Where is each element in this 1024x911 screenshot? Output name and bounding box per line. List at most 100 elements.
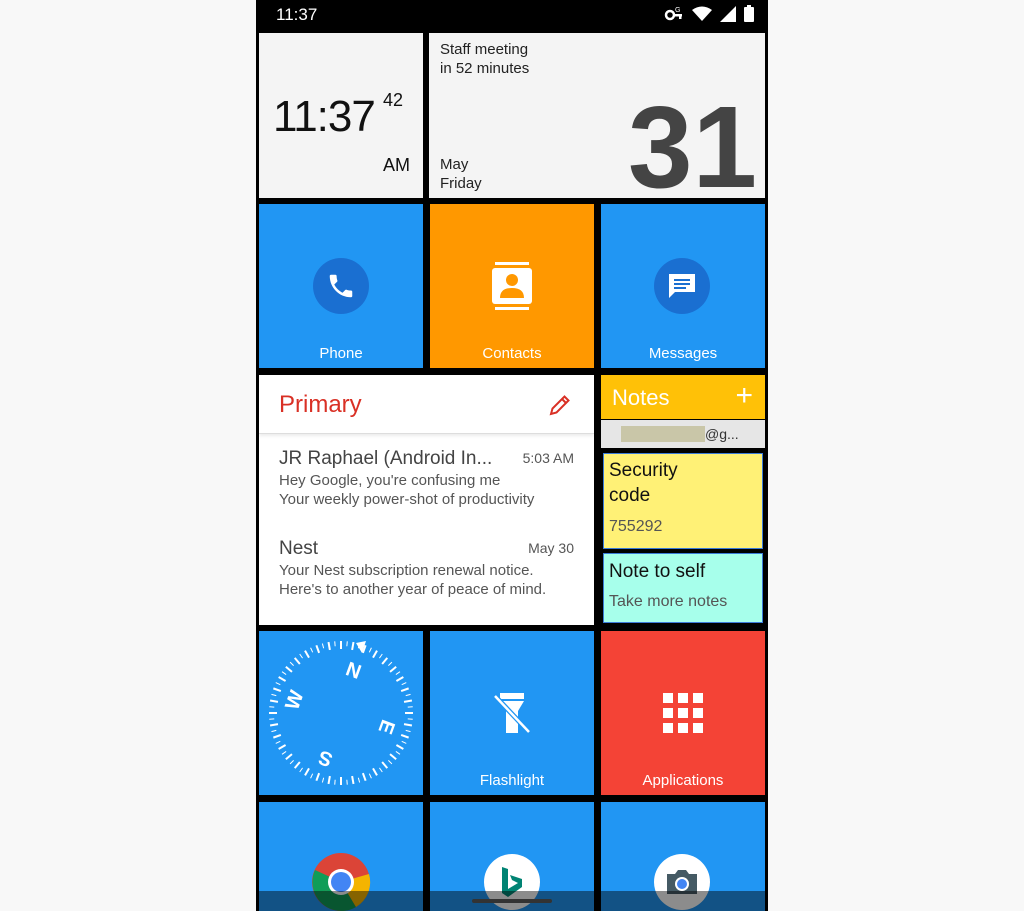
compass-ticks <box>269 641 413 785</box>
email-time: 5:03 AM <box>522 450 574 466</box>
battery-icon <box>744 5 754 22</box>
compass-tick <box>304 650 310 659</box>
compass-tick <box>395 671 401 675</box>
home-gesture-pill[interactable] <box>472 899 552 903</box>
compass-tick <box>403 723 413 727</box>
email-snippet: Your weekly power-shot of productivity <box>279 491 535 508</box>
compass-tick <box>299 653 303 659</box>
email-item[interactable]: JR Raphael (Android In... 5:03 AM Hey Go… <box>279 448 574 508</box>
messages-icon <box>669 274 695 298</box>
account-suffix: @g... <box>705 426 739 442</box>
compass-tick <box>368 773 372 779</box>
note-body: Take more notes <box>609 593 728 610</box>
compass-tick <box>379 767 383 773</box>
compass-tick <box>271 693 277 697</box>
compass-tick <box>289 760 294 765</box>
wifi-icon <box>692 6 712 21</box>
phone-tile[interactable]: Phone <box>259 204 423 368</box>
compass-tick <box>357 777 361 783</box>
calendar-weekday: Friday <box>440 175 482 192</box>
note-card[interactable]: Security code 755292 <box>603 453 763 549</box>
compass-tick <box>310 647 314 653</box>
note-title: Note to self <box>609 561 706 582</box>
calendar-event-line2: in 52 minutes <box>440 60 530 77</box>
navigation-bar <box>256 891 768 911</box>
svg-text:G: G <box>675 7 680 14</box>
messages-icon-circle <box>654 258 710 314</box>
compass-tick <box>405 729 411 733</box>
clock-time: 11:37 <box>273 92 376 141</box>
compass-tick <box>321 777 325 783</box>
compass-tick <box>395 676 404 682</box>
phone-label: Phone <box>319 345 363 362</box>
contacts-tile[interactable]: Contacts <box>430 204 594 368</box>
email-time: May 30 <box>528 540 574 556</box>
compass-tick <box>271 729 277 733</box>
compass-tick <box>293 657 301 665</box>
compass-tick <box>381 657 389 665</box>
compass-tick <box>372 767 378 776</box>
clock-widget[interactable]: 11:37 42 AM <box>259 33 423 198</box>
gmail-widget[interactable]: Primary JR Raphael (Android In... 5:03 A… <box>259 375 594 625</box>
edit-icon[interactable] <box>548 393 572 417</box>
compass-tile[interactable]: N E S W <box>259 631 423 795</box>
compass-tick <box>321 643 325 649</box>
notes-title: Notes <box>612 385 670 410</box>
gmail-header-label: Primary <box>279 391 362 418</box>
gmail-header: Primary <box>259 375 594 434</box>
applications-tile[interactable]: Applications <box>601 631 765 795</box>
compass-tick <box>273 687 282 693</box>
status-icons: G <box>664 5 754 22</box>
compass-tick <box>351 641 355 651</box>
compass-tick <box>275 740 281 744</box>
compass-tick <box>278 676 287 682</box>
notes-account-bar[interactable]: @g... <box>601 420 765 448</box>
compass-tick <box>388 760 393 765</box>
vpn-key-icon: G <box>664 7 682 20</box>
compass-tick <box>403 699 413 703</box>
calendar-event-line1: Staff meeting <box>440 41 529 58</box>
compass-dial <box>269 641 413 785</box>
add-note-button[interactable]: + <box>735 379 753 413</box>
email-item[interactable]: Nest May 30 Your Nest subscription renew… <box>279 538 574 598</box>
phone-icon <box>329 274 353 298</box>
note-card[interactable]: Note to self Take more notes <box>603 553 763 623</box>
flashlight-tile[interactable]: Flashlight <box>430 631 594 795</box>
compass-tick <box>269 723 279 727</box>
compass-tick <box>401 740 407 744</box>
compass-tick <box>327 775 331 785</box>
apps-grid-icon <box>663 693 703 733</box>
compass-tick <box>304 767 310 776</box>
email-snippet: Here's to another year of peace of mind. <box>279 581 547 598</box>
calendar-month: May <box>440 156 469 173</box>
calendar-widget[interactable]: Staff meeting in 52 minutes May Friday 3… <box>429 33 765 198</box>
account-redacted <box>621 426 705 442</box>
compass-tick <box>285 665 293 673</box>
compass-tick <box>275 682 281 686</box>
compass-tick <box>315 772 321 781</box>
compass-tick <box>395 744 404 750</box>
compass-tick <box>405 693 411 697</box>
compass-tick <box>299 767 303 773</box>
compass-tick <box>361 772 367 781</box>
email-subject: Your Nest subscription renewal notice. <box>279 562 534 579</box>
messages-tile[interactable]: Messages <box>601 204 765 368</box>
clock-seconds: 42 <box>383 90 404 110</box>
compass-tick <box>401 682 407 686</box>
clock-ampm: AM <box>383 155 410 175</box>
email-subject: Hey Google, you're confusing me <box>279 472 501 489</box>
compass-tick <box>388 661 393 666</box>
compass-tick <box>389 753 397 761</box>
compass-tick <box>327 641 331 651</box>
note-title: code <box>609 485 651 506</box>
compass-tick <box>281 671 287 675</box>
compass-tick <box>351 775 355 785</box>
compass-tick <box>368 647 372 653</box>
notes-header: Notes + <box>601 375 765 419</box>
status-time: 11:37 <box>276 5 318 24</box>
compass-tick <box>281 751 287 755</box>
phone-screen: 11:37 G 11:37 42 AM Staff meeting in 52 … <box>256 0 768 911</box>
compass-tick <box>379 653 383 659</box>
compass-tick <box>381 761 389 769</box>
compass-tick <box>273 733 282 739</box>
